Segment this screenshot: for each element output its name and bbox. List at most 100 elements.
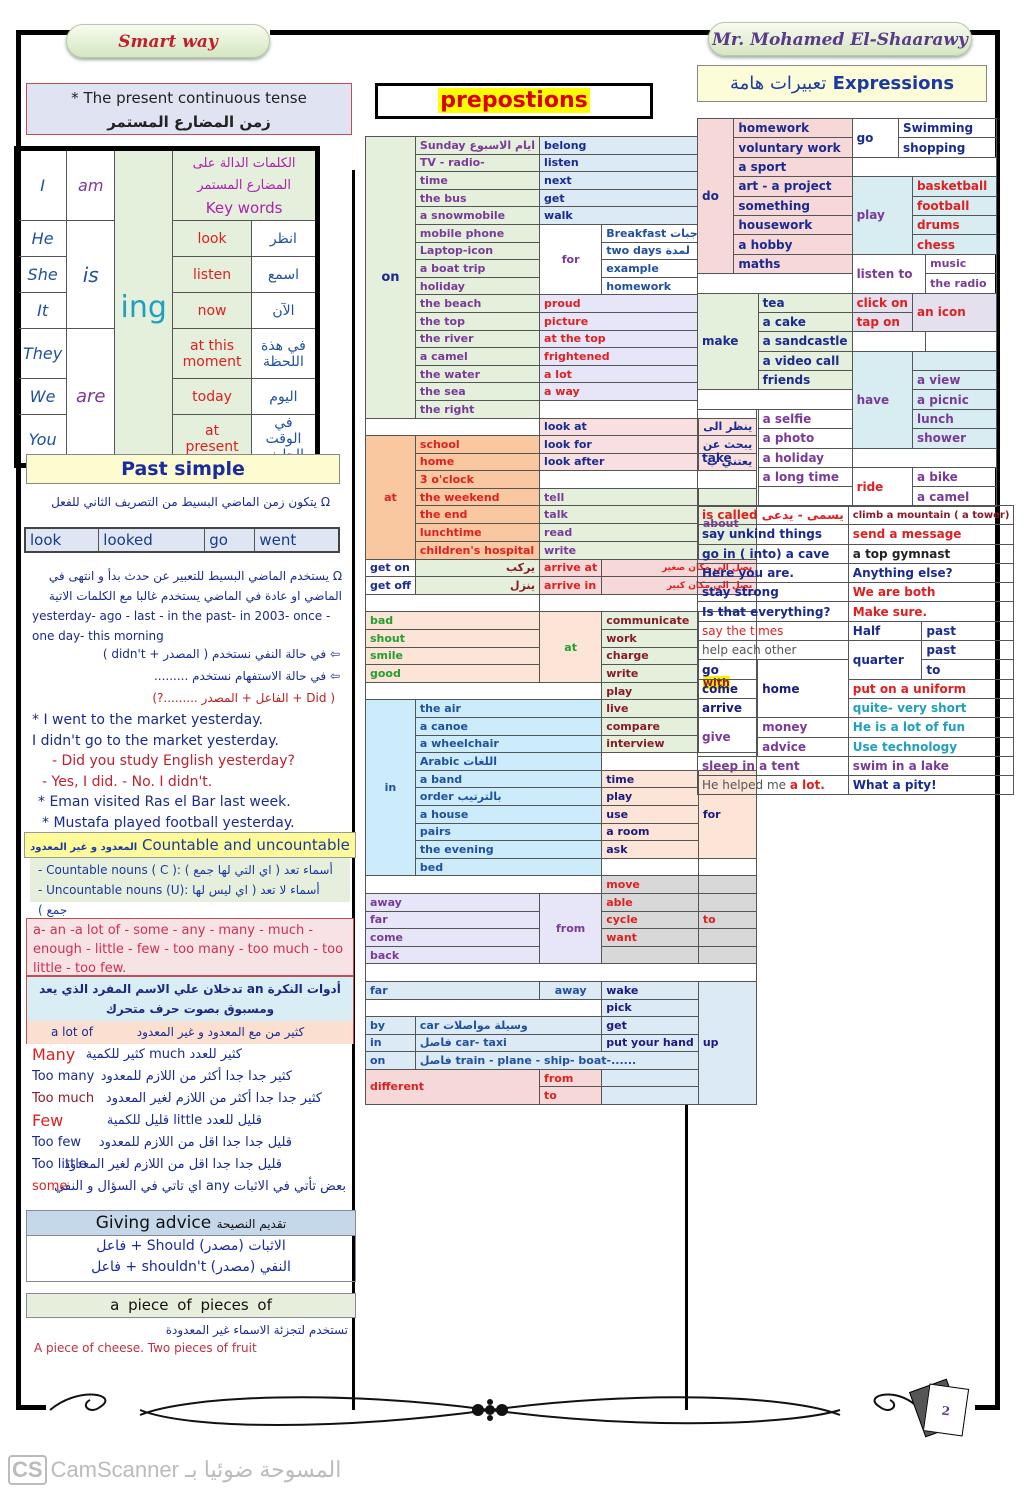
at2-item: bad xyxy=(364,611,541,631)
verb-be: are xyxy=(66,328,116,466)
look-item: look for xyxy=(539,435,699,454)
do-item: voluntary work xyxy=(733,137,853,158)
keywords-head-en: Key words xyxy=(205,198,283,217)
have-item: shower xyxy=(911,428,998,449)
do-item: maths xyxy=(733,253,853,275)
quantifier-ar: كثير جدا جدا أكثر من اللازم لغير المعدود xyxy=(105,1091,322,1106)
to2-item: want xyxy=(601,928,699,947)
for2-item: use xyxy=(601,804,699,824)
prepositions-title: prepostions xyxy=(375,83,653,119)
on-item: Laptop-icon xyxy=(414,241,541,261)
empty-cell xyxy=(697,857,758,877)
question-rule: ⇦ في حالة الاستفهام نستخدم ......... xyxy=(153,669,340,683)
piece-of-desc: تستخدم لتجزئة الاسماء غير المعدودة xyxy=(165,1323,348,1337)
quantifier-row: Many كثير للعدد much كثير للكمية xyxy=(32,1044,352,1066)
have-item: a picnic xyxy=(911,389,998,410)
on-item: the water xyxy=(414,364,541,384)
expr-phrase: say unkind things xyxy=(697,524,849,545)
quantifier-en: Too few xyxy=(32,1135,81,1150)
transport-text: فاصل train - plane - ship- boat-...... xyxy=(414,1051,699,1070)
from-item: away xyxy=(364,892,541,912)
keywords-head-ar: الكلمات الدالة على المضارع المستمر xyxy=(192,155,296,193)
time-quarter: quarter xyxy=(847,640,923,680)
at-item: lunchtime xyxy=(414,523,541,542)
empty-cell xyxy=(601,945,699,965)
prep-on: on xyxy=(365,136,416,419)
on-item: the river xyxy=(414,329,541,349)
make-item: tea xyxy=(757,292,853,313)
pronoun: I xyxy=(15,148,68,221)
negative-rule: ⇦ في حالة النفي نستخدم ( المصدر + didn't… xyxy=(102,647,340,661)
prep-to-2: to xyxy=(697,910,758,930)
up-item: wake xyxy=(601,980,699,1000)
expr-phrase: put on a uniform xyxy=(847,678,1015,699)
to-item: belong xyxy=(539,136,699,155)
home-verb: arrive xyxy=(696,697,759,719)
past-rule-2: Ω يستخدم الماضي البسيط للتعبير عن حدث بد… xyxy=(48,569,342,603)
keyword-en: listen xyxy=(172,256,252,293)
about-item: write xyxy=(539,540,699,560)
expressions-table-2: is called يسمى - يدعى climb a mountain ( … xyxy=(696,504,1015,796)
past-rule-1: Ω يتكون زمن الماضي البسيط من التصريف الث… xyxy=(51,495,330,509)
empty-cell xyxy=(601,1068,699,1088)
quantifier-row: Too little قليل جدا جدا اقل من اللازم لغي… xyxy=(32,1154,352,1176)
icon-label: an icon xyxy=(911,292,998,333)
piece-of-example: A piece of cheese. Two pieces of fruit xyxy=(34,1341,257,1355)
keyword-ar: اسمع xyxy=(250,256,319,293)
to2-item: move xyxy=(601,875,699,894)
expr-make: make xyxy=(697,292,759,391)
at2-item: good xyxy=(364,664,541,683)
home-word: home xyxy=(757,659,849,719)
quantifier-row: some بعض تأتي في الاثبات any اي تاتي في ا… xyxy=(32,1176,352,1198)
expr-phrase: climb a mountain ( a tower) xyxy=(847,504,1015,526)
keyword-ar: اليوم xyxy=(250,378,319,415)
up-item: put your hand xyxy=(601,1033,699,1053)
on-item: mobile phone xyxy=(414,223,541,243)
on-item: a camel xyxy=(414,347,541,366)
prep-at-2: at xyxy=(539,611,603,683)
quantifier-row: Too many كثير جدا جدا أكثر من اللازم للمع… xyxy=(32,1066,352,1088)
example: * Mustafa played football yesterday. xyxy=(42,814,295,831)
to-item: walk xyxy=(539,206,699,225)
quantifier-ar: قليل للعدد little قليل للكمية xyxy=(106,1113,262,1128)
keyword-ar: انظر xyxy=(250,220,319,257)
expr-take: take xyxy=(697,408,759,507)
give-item: advice xyxy=(757,736,849,757)
expr-go: go xyxy=(851,118,900,158)
camscanner-watermark: CS CamScanner المسوحة ضوئيا بـ xyxy=(8,1455,341,1485)
on-item: a boat trip xyxy=(414,259,541,278)
pronoun: She xyxy=(15,256,68,293)
from-item: come xyxy=(364,928,541,947)
with-item: communicate xyxy=(601,611,699,631)
expr-give: give xyxy=(696,717,759,757)
at-item: home xyxy=(414,452,541,472)
with-item: interview xyxy=(601,734,699,754)
example: I didn't go to the market yesterday. xyxy=(32,732,279,749)
quantifier-row: Too much كثير جدا جدا أكثر من اللازم لغير… xyxy=(32,1088,352,1110)
pronoun: They xyxy=(15,328,68,379)
play-item: chess xyxy=(911,234,998,255)
about-item: tell xyxy=(539,487,699,507)
get-item: get off xyxy=(365,576,416,595)
in-item: order بالترتيب xyxy=(414,787,603,806)
of-item: a lot xyxy=(539,364,699,384)
quantifier-row: Few قليل للعدد little قليل للكمية xyxy=(32,1110,352,1132)
on-item: the beach xyxy=(414,294,541,313)
advice-title-ar: تقديم النصيحة xyxy=(216,1217,287,1231)
do-item: housework xyxy=(733,214,853,236)
keywords-head: الكلمات الدالة على المضارع المستمر Key w… xyxy=(172,148,318,221)
empty-cell xyxy=(697,892,758,912)
quantifier-en: Too much xyxy=(32,1091,95,1106)
articles-box: أدوات النكرة an تدخلان علي الاسم المفرد … xyxy=(26,976,354,1044)
piece-of-title: a piece of pieces of xyxy=(26,1293,356,1318)
countable-title: المعدود و غير المعدود Countable and unco… xyxy=(24,832,356,858)
expr-phrase: Is that everything? xyxy=(697,601,849,622)
present-continuous-table: I am ing الكلمات الدالة على المضارع المس… xyxy=(14,146,320,468)
expr-have: have xyxy=(851,350,913,449)
expr-phrase: is called يسمى - يدعى xyxy=(697,504,849,526)
in-item: pairs xyxy=(414,822,603,842)
expr-phrase: Make sure. xyxy=(847,601,1015,622)
uncountable-line: - Uncountable nouns (U): أسماء لا تعد ( … xyxy=(38,883,320,917)
on-item: Sunday ايام الاسبوع xyxy=(414,136,541,155)
empty-cell xyxy=(911,350,998,372)
